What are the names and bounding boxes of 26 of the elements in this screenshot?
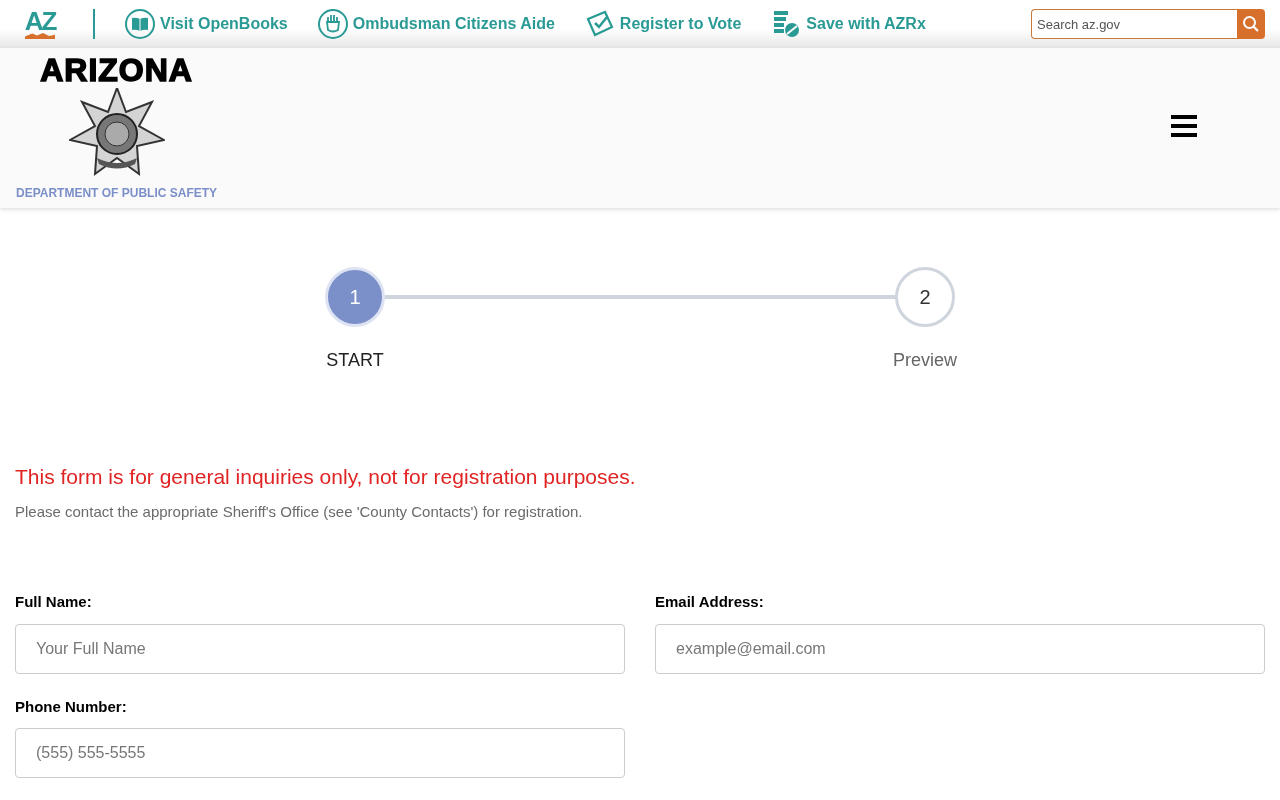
field-label: Phone Number: xyxy=(15,696,128,717)
az-logo[interactable]: AZ xyxy=(15,9,65,39)
top-link[interactable]: Register to Vote xyxy=(584,9,742,39)
arizona-wordmark[interactable]: ARIZONA xyxy=(40,56,193,84)
notice-heading: This form is for general inquiries only, not for registration purposes. xyxy=(15,464,637,490)
notice-text: Please contact the appropriate Sheriff's Office (see 'County Contacts') for registration. xyxy=(15,501,584,522)
search-icon xyxy=(1242,15,1260,33)
menu-button[interactable] xyxy=(1171,114,1197,138)
pill-bottle-icon xyxy=(771,9,802,39)
top-link[interactable]: Visit OpenBooks xyxy=(125,9,288,39)
book-icon xyxy=(125,9,155,39)
top-link[interactable]: Save with AZRx xyxy=(771,9,926,39)
field-label: Email Address: xyxy=(655,592,765,612)
menu-icon xyxy=(1171,115,1197,137)
department-name: DEPARTMENT OF PUBLIC SAFETY xyxy=(16,185,218,202)
search-field[interactable]: Search az.gov xyxy=(1031,9,1237,39)
top-link[interactable]: Ombudsman Citizens Aide xyxy=(317,9,555,39)
hand-icon xyxy=(317,9,348,39)
field-label: Full Name: xyxy=(15,592,93,612)
step-label: START xyxy=(326,349,384,372)
ballot-check-icon xyxy=(584,9,615,39)
input-field[interactable]: example@email.com xyxy=(655,623,1265,674)
step-label: Preview xyxy=(893,349,957,372)
input-field[interactable]: (555) 555-5555 xyxy=(15,728,625,778)
search-button[interactable] xyxy=(1237,9,1265,39)
input-field[interactable]: Your Full Name xyxy=(15,623,625,674)
